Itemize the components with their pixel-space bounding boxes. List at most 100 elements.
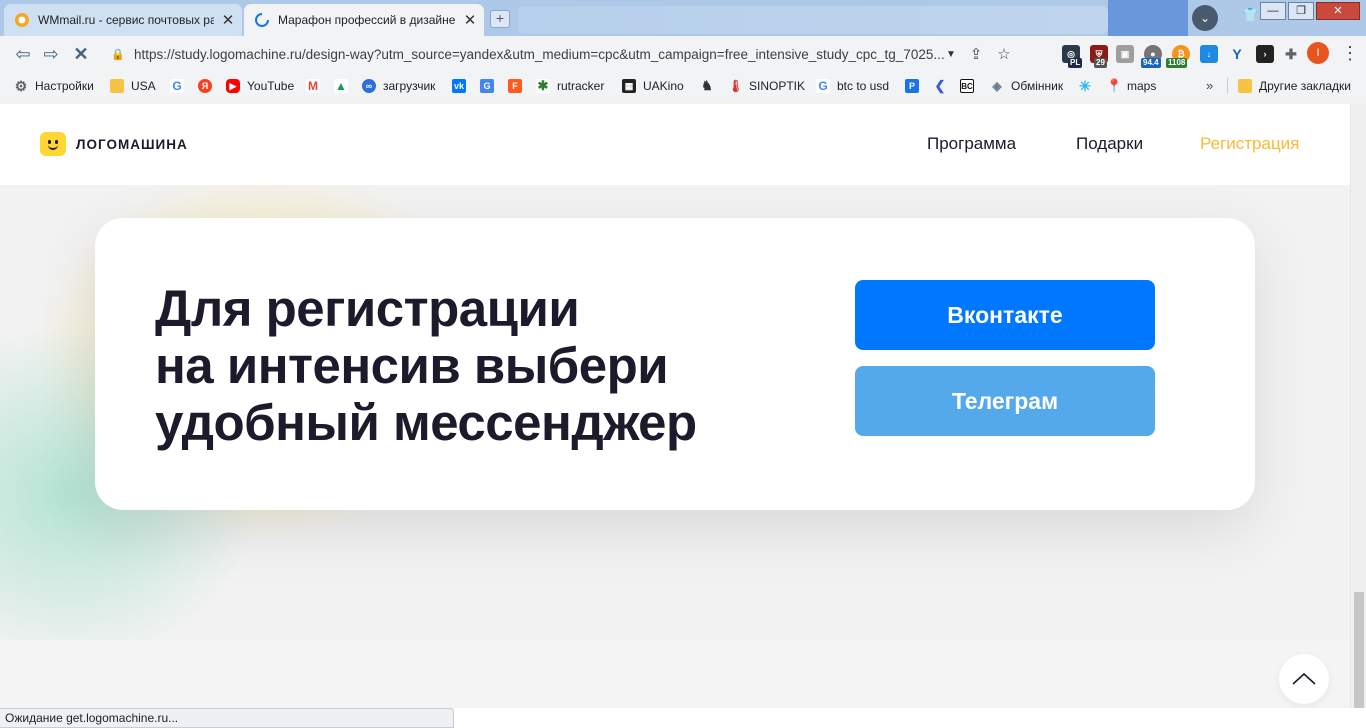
title-line: Для регистрации — [155, 280, 580, 337]
bookmark-rutracker[interactable]: ✱ rutracker — [536, 77, 604, 95]
y-extension-icon[interactable]: Y — [1228, 45, 1246, 63]
exchange-icon: ◈ — [992, 79, 1002, 93]
thermometer-icon: 🌡 — [728, 79, 744, 93]
uakino-icon: ▦ — [622, 79, 636, 93]
gear-icon: ⚙ — [14, 78, 28, 94]
profile-dropdown-icon[interactable]: ⌄ — [1192, 5, 1218, 31]
bookmark-btc-to-usd[interactable]: Gbtc to usd — [816, 77, 889, 95]
bookmark-usa[interactable]: USA — [110, 77, 156, 95]
bookmark-gmail[interactable]: M — [306, 77, 327, 95]
vkontakte-button[interactable]: Вконтакте — [855, 280, 1155, 350]
bookmark-label: UAKino — [643, 79, 684, 93]
download-extension-icon[interactable]: ↓ — [1200, 45, 1218, 63]
window-controls: — ❐ ✕ — [1260, 2, 1360, 20]
bookmark-asterisk[interactable]: ✳ — [1078, 77, 1099, 95]
title-line: на интенсив выбери — [155, 337, 669, 394]
bookmark-settings[interactable]: ⚙ Настройки — [14, 77, 94, 95]
bookmark-exchanger[interactable]: ◈ Обмінник — [990, 77, 1063, 95]
logo-face-icon — [40, 132, 66, 156]
registration-card: Для регистрации на интенсив выбери удобн… — [95, 218, 1255, 510]
asterisk-icon: ✳ — [1079, 78, 1091, 94]
folder-icon — [110, 79, 124, 93]
extension-briefcase-icon[interactable]: ▣ — [1116, 45, 1134, 63]
status-area-background — [454, 708, 1366, 728]
translate-icon: G — [480, 79, 494, 93]
url-dropdown-icon[interactable]: ▼ — [946, 49, 962, 60]
terminal-extension-icon[interactable]: › — [1256, 45, 1274, 63]
bookmark-arrow[interactable]: ❮ — [933, 77, 954, 95]
nav-gifts[interactable]: Подарки — [1076, 134, 1143, 154]
bookmark-yandex[interactable]: Я — [198, 77, 219, 95]
page-scrollbar[interactable] — [1350, 104, 1366, 708]
scroll-to-top-button[interactable] — [1279, 654, 1329, 704]
back-button[interactable]: ⇦ — [12, 44, 34, 64]
bookmark-translate[interactable]: G — [480, 77, 501, 95]
maximize-button[interactable]: ❐ — [1288, 2, 1314, 20]
site-header: ЛОГОМАШИНА Программа Подарки Регистрация — [0, 104, 1350, 185]
google-icon: G — [170, 79, 184, 93]
bookmark-p[interactable]: P — [905, 77, 926, 95]
p-icon: P — [905, 79, 919, 93]
scrollbar-thumb[interactable] — [1354, 592, 1364, 708]
tab-close-icon[interactable]: ✕ — [220, 11, 236, 29]
stop-loading-button[interactable]: ✕ — [70, 44, 92, 64]
bookmark-label: Обмінник — [1011, 79, 1064, 93]
arrow-icon: ❮ — [934, 78, 946, 93]
bookmark-uakino[interactable]: ▦ UAKino — [622, 77, 684, 95]
bookmark-maps[interactable]: 📍 maps — [1106, 77, 1156, 95]
forward-button[interactable]: ⇨ — [40, 44, 62, 64]
nav-program[interactable]: Программа — [927, 134, 1016, 154]
nav-registration[interactable]: Регистрация — [1200, 134, 1299, 154]
youtube-icon: ▶ — [226, 79, 240, 93]
bookmark-drive[interactable]: ▲ — [334, 77, 355, 95]
drive-icon: ▲ — [334, 79, 348, 93]
puzzle-extensions-icon[interactable]: ✚ — [1282, 45, 1300, 63]
new-tab-button[interactable]: + — [490, 10, 510, 28]
lock-icon[interactable]: 🔒 — [110, 48, 126, 61]
extension-badge: 1108 — [1166, 58, 1188, 68]
bookmark-star-icon[interactable]: ☆ — [990, 45, 1018, 63]
infinity-icon: ∞ — [362, 79, 376, 93]
bookmark-sinoptik[interactable]: 🌡 SINOPTIK — [728, 77, 805, 95]
bookmark-downloader[interactable]: ∞ загрузчик — [362, 77, 435, 95]
bookmark-label: Настройки — [35, 79, 94, 93]
window-close-button[interactable]: ✕ — [1316, 2, 1360, 20]
wmmail-favicon-icon — [15, 13, 29, 27]
telegram-button[interactable]: Телеграм — [855, 366, 1155, 436]
bookmark-label: Другие закладки — [1259, 79, 1351, 93]
bookmark-label: rutracker — [557, 79, 605, 93]
extension-badge: PL — [1068, 58, 1083, 68]
tab-wmmail[interactable]: WMmail.ru - сервис почтовых рассылок ✕ — [4, 4, 242, 36]
bookmark-label: btc to usd — [837, 79, 890, 93]
status-bar: Ожидание get.logomachine.ru... — [0, 708, 454, 728]
bookmark-youtube[interactable]: ▶ YouTube — [226, 77, 294, 95]
bookmarks-divider — [1227, 78, 1228, 94]
bookmark-f[interactable]: F — [508, 77, 529, 95]
share-icon[interactable]: ⇪ — [962, 45, 990, 63]
bookmark-bc[interactable]: BC — [960, 77, 981, 95]
address-bar[interactable]: 🔒 https://study.logomachine.ru/design-wa… — [100, 39, 1018, 69]
extension-badge: 29 — [1094, 58, 1107, 68]
browser-menu-icon[interactable]: ⋮ — [1341, 44, 1359, 64]
bookmark-chess[interactable]: ♞ — [700, 77, 721, 95]
bookmark-vk[interactable]: vk — [452, 77, 473, 95]
tab-title: Марафон профессий в дизайне с нуля — [278, 13, 456, 27]
loading-spinner-icon — [255, 13, 269, 27]
bookmark-label: USA — [131, 79, 156, 93]
site-logo[interactable]: ЛОГОМАШИНА — [40, 132, 188, 156]
tab-logomachine[interactable]: Марафон профессий в дизайне с нуля ✕ — [244, 4, 484, 36]
extension-badge: 94.4 — [1141, 58, 1161, 68]
browser-titlebar: WMmail.ru - сервис почтовых рассылок ✕ М… — [0, 0, 1366, 36]
tab-close-icon[interactable]: ✕ — [462, 11, 478, 29]
profile-avatar[interactable]: I — [1307, 42, 1329, 64]
theme-shirt-icon: 👕 — [1242, 7, 1259, 22]
logo-text: ЛОГОМАШИНА — [76, 136, 188, 152]
folder-icon — [1238, 79, 1252, 93]
other-bookmarks[interactable]: Другие закладки — [1238, 77, 1351, 95]
url-text[interactable]: https://study.logomachine.ru/design-way?… — [134, 47, 946, 62]
bookmarks-overflow-button[interactable]: » — [1206, 78, 1213, 93]
bookmark-google[interactable]: G — [170, 77, 191, 95]
minimize-button[interactable]: — — [1260, 2, 1286, 20]
gmail-icon: M — [306, 79, 320, 93]
title-line: удобный мессенджер — [155, 394, 697, 451]
